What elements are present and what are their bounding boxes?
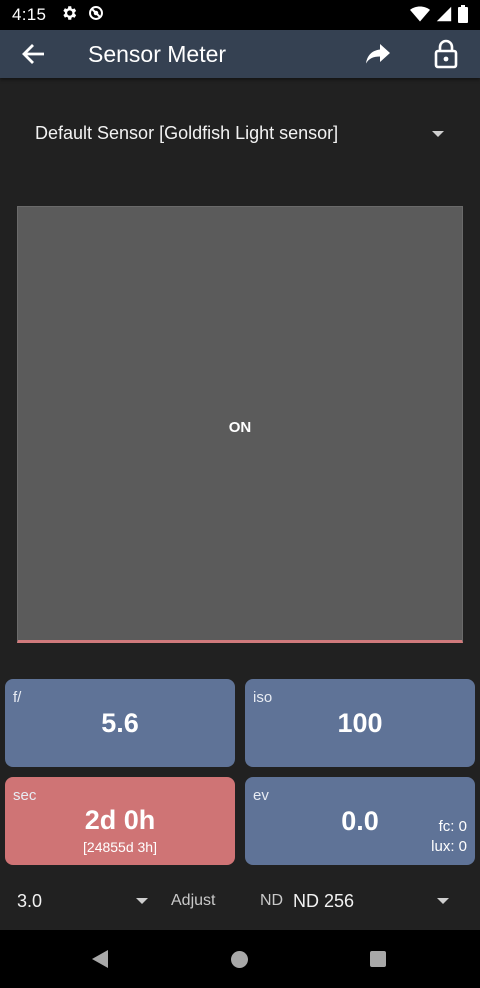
back-arrow-icon[interactable] (20, 42, 48, 66)
iso-tile[interactable]: iso 100 (245, 679, 475, 767)
chevron-down-icon (432, 131, 444, 137)
signal-icon (436, 5, 452, 28)
status-time: 4:15 (12, 5, 47, 24)
chevron-down-icon[interactable] (437, 898, 449, 904)
iso-label: iso (253, 689, 273, 706)
sensor-select[interactable]: Default Sensor [Goldfish Light sensor] (0, 108, 480, 160)
ev-label: ev (253, 787, 269, 804)
status-right-icons (410, 5, 468, 28)
app-bar: Sensor Meter (0, 30, 480, 78)
nav-recents-icon[interactable] (370, 951, 386, 967)
meter-state: ON (228, 419, 252, 436)
step-select-value[interactable]: 3.0 (17, 891, 42, 912)
bottom-controls: 3.0 Adjust ND ND 256 (0, 878, 480, 924)
meter-panel[interactable]: ON (17, 206, 463, 643)
status-left-icons (60, 4, 105, 27)
ev-tile[interactable]: ev 0.0 fc: 0 lux: 0 (245, 777, 475, 865)
iso-value: 100 (337, 708, 383, 738)
nav-bar (0, 930, 480, 988)
fc-value: fc: 0 (438, 818, 467, 835)
wifi-icon (410, 5, 430, 28)
lux-value: lux: 0 (431, 838, 467, 855)
page-title: Sensor Meter (88, 41, 227, 67)
sensor-select-value: Default Sensor [Goldfish Light sensor] (35, 123, 339, 143)
nav-home-icon[interactable] (231, 951, 248, 968)
nd-select-value[interactable]: ND 256 (293, 891, 354, 912)
aperture-label: f/ (13, 689, 22, 706)
shutter-value: 2d 0h (84, 805, 156, 835)
battery-icon (458, 5, 468, 28)
lock-icon[interactable] (434, 39, 458, 69)
do-not-disturb-icon (87, 4, 105, 27)
nd-label: ND (260, 892, 284, 909)
adjust-label: Adjust (171, 892, 216, 909)
aperture-value: 5.6 (101, 708, 139, 738)
status-bar: 4:15 (0, 0, 480, 30)
aperture-tile[interactable]: f/ 5.6 (5, 679, 235, 767)
chevron-down-icon[interactable] (136, 898, 148, 904)
share-icon[interactable] (364, 42, 392, 66)
shutter-tile[interactable]: sec 2d 0h [24855d 3h] (5, 777, 235, 865)
gear-icon (60, 4, 78, 27)
nav-back-icon[interactable] (91, 949, 109, 974)
shutter-sub-value: [24855d 3h] (83, 839, 157, 855)
shutter-label: sec (13, 787, 37, 804)
